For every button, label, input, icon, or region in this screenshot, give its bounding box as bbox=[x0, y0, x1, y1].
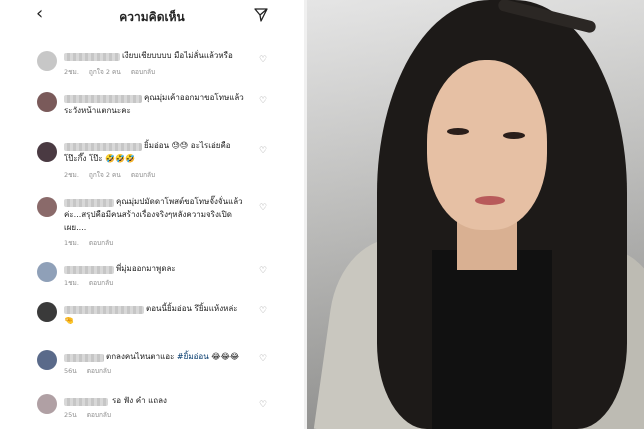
avatar[interactable] bbox=[37, 51, 57, 71]
send-icon[interactable] bbox=[254, 8, 268, 22]
comment-item: ยิ้มอ่อน 😓😓 อะไรเอ่ยคือ โป๊ะกึ๊ง โป๊ะ 🤣🤣… bbox=[0, 138, 304, 184]
avatar[interactable] bbox=[37, 262, 57, 282]
hashtag-link[interactable]: #ยิ้มอ่อน bbox=[177, 352, 209, 361]
comment-time: 25น bbox=[64, 411, 77, 419]
comment-time: 2ชม. bbox=[64, 68, 79, 76]
username-blurred[interactable] bbox=[64, 306, 144, 314]
comments-header: ‹ ความคิดเห็น bbox=[0, 0, 304, 30]
comment-text: เงียบเชียบบบบ มือไม่ลั่นแล้วหรือ bbox=[122, 51, 233, 60]
like-heart-icon[interactable]: ♡ bbox=[259, 400, 267, 410]
like-heart-icon[interactable]: ♡ bbox=[259, 266, 267, 276]
comment-text: ตอนนี้ยิ้มอ่อน รึยิ้มแห้งหล่ะ bbox=[146, 304, 238, 313]
comment-meta: 2ชม. ถูกใจ 2 คน ตอบกลับ bbox=[64, 67, 165, 77]
comment-text: 🤏 bbox=[64, 316, 74, 325]
avatar[interactable] bbox=[37, 350, 57, 370]
right-eye bbox=[503, 132, 525, 139]
comment-time: 56น bbox=[64, 367, 77, 375]
comment-item: เงียบเชียบบบบ มือไม่ลั่นแล้วหรือ 2ชม. ถูก… bbox=[0, 45, 304, 85]
like-heart-icon[interactable]: ♡ bbox=[259, 96, 267, 106]
like-heart-icon[interactable]: ♡ bbox=[259, 203, 267, 213]
portrait-photo bbox=[307, 0, 644, 429]
comment-meta: 1ชม. ตอบกลับ bbox=[64, 278, 123, 288]
comment-meta: 56น ตอบกลับ bbox=[64, 366, 121, 376]
comment-meta: 25น ตอบกลับ bbox=[64, 410, 121, 420]
username-blurred[interactable] bbox=[64, 398, 108, 406]
reply-link[interactable]: ตอบกลับ bbox=[131, 68, 155, 76]
comment-text: ค่ะ...สรุปคือมีคนสร้างเรื่องจริงๆหลังควา… bbox=[64, 210, 232, 219]
comment-item: ตกลงคนไหนตาแอะ #ยิ้มอ่อน 😂😂😂 56น ตอบกลับ … bbox=[0, 350, 304, 386]
like-heart-icon[interactable]: ♡ bbox=[259, 306, 267, 316]
comment-item: รอ ฟัง คำ แถลง 25น ตอบกลับ ♡ bbox=[0, 394, 304, 428]
comment-item: คุณมุ่มปมัดดาโพสต์ขอโทษจั๊งจั่นแล้ว ค่ะ.… bbox=[0, 195, 304, 251]
reply-link[interactable]: ตอบกลับ bbox=[131, 171, 155, 179]
lips bbox=[475, 196, 505, 205]
avatar[interactable] bbox=[37, 394, 57, 414]
comment-text: ตกลงคนไหนตาแอะ #ยิ้มอ่อน 😂😂😂 bbox=[106, 350, 239, 363]
comment-text: คุณมุ่มเค้าออกมาขอโทษแล้ว bbox=[144, 93, 244, 102]
like-heart-icon[interactable]: ♡ bbox=[259, 146, 267, 156]
like-heart-icon[interactable]: ♡ bbox=[259, 55, 267, 65]
avatar[interactable] bbox=[37, 92, 57, 112]
left-eye bbox=[447, 128, 469, 135]
username-blurred[interactable] bbox=[64, 354, 104, 362]
comment-likes[interactable]: ถูกใจ 2 คน bbox=[89, 171, 121, 179]
comment-text: เผย.... bbox=[64, 223, 87, 232]
username-blurred[interactable] bbox=[64, 95, 142, 103]
comment-time: 1ชม. bbox=[64, 279, 79, 287]
comment-emoji: 😂😂😂 bbox=[208, 352, 240, 361]
like-heart-icon[interactable]: ♡ bbox=[259, 354, 267, 364]
black-top bbox=[432, 250, 552, 429]
avatar[interactable] bbox=[37, 142, 57, 162]
comment-meta: 1ชม. ตอบกลับ bbox=[64, 238, 123, 248]
comment-text-part: ตกลงคนไหนตาแอะ bbox=[106, 352, 177, 361]
comment-text: ระวังหน้าแตกนะคะ bbox=[64, 106, 131, 115]
reply-link[interactable]: ตอบกลับ bbox=[89, 239, 113, 247]
comment-time: 1ชม. bbox=[64, 239, 79, 247]
comment-text: โป๊ะกึ๊ง โป๊ะ 🤣🤣🤣 bbox=[64, 154, 136, 163]
reply-link[interactable]: ตอบกลับ bbox=[87, 367, 111, 375]
reply-link[interactable]: ตอบกลับ bbox=[87, 411, 111, 419]
comment-item: พี่มุ่มออกมาพูดละ 1ชม. ตอบกลับ ♡ bbox=[0, 262, 304, 298]
username-blurred[interactable] bbox=[64, 143, 142, 151]
username-blurred[interactable] bbox=[64, 266, 114, 274]
avatar[interactable] bbox=[37, 197, 57, 217]
reply-link[interactable]: ตอบกลับ bbox=[89, 279, 113, 287]
username-blurred[interactable] bbox=[64, 199, 114, 207]
username-blurred[interactable] bbox=[64, 53, 120, 61]
comment-item: ตอนนี้ยิ้มอ่อน รึยิ้มแห้งหล่ะ 🤏 ♡ bbox=[0, 302, 304, 338]
comment-meta: 2ชม. ถูกใจ 2 คน ตอบกลับ bbox=[64, 170, 165, 180]
comment-likes[interactable]: ถูกใจ 2 คน bbox=[89, 68, 121, 76]
avatar[interactable] bbox=[37, 302, 57, 322]
comment-time: 2ชม. bbox=[64, 171, 79, 179]
comment-text: ยิ้มอ่อน 😓😓 อะไรเอ่ยคือ bbox=[144, 141, 231, 150]
comment-text: คุณมุ่มปมัดดาโพสต์ขอโทษจั๊งจั่นแล้ว bbox=[116, 197, 243, 206]
comment-text: รอ ฟัง คำ แถลง bbox=[112, 396, 167, 405]
comment-item: คุณมุ่มเค้าออกมาขอโทษแล้ว ระวังหน้าแตกนะ… bbox=[0, 90, 304, 130]
comment-text: พี่มุ่มออกมาพูดละ bbox=[116, 264, 176, 273]
comments-panel: ‹ ความคิดเห็น เงียบเชียบบบบ มือไม่ลั่นแล… bbox=[0, 0, 304, 429]
